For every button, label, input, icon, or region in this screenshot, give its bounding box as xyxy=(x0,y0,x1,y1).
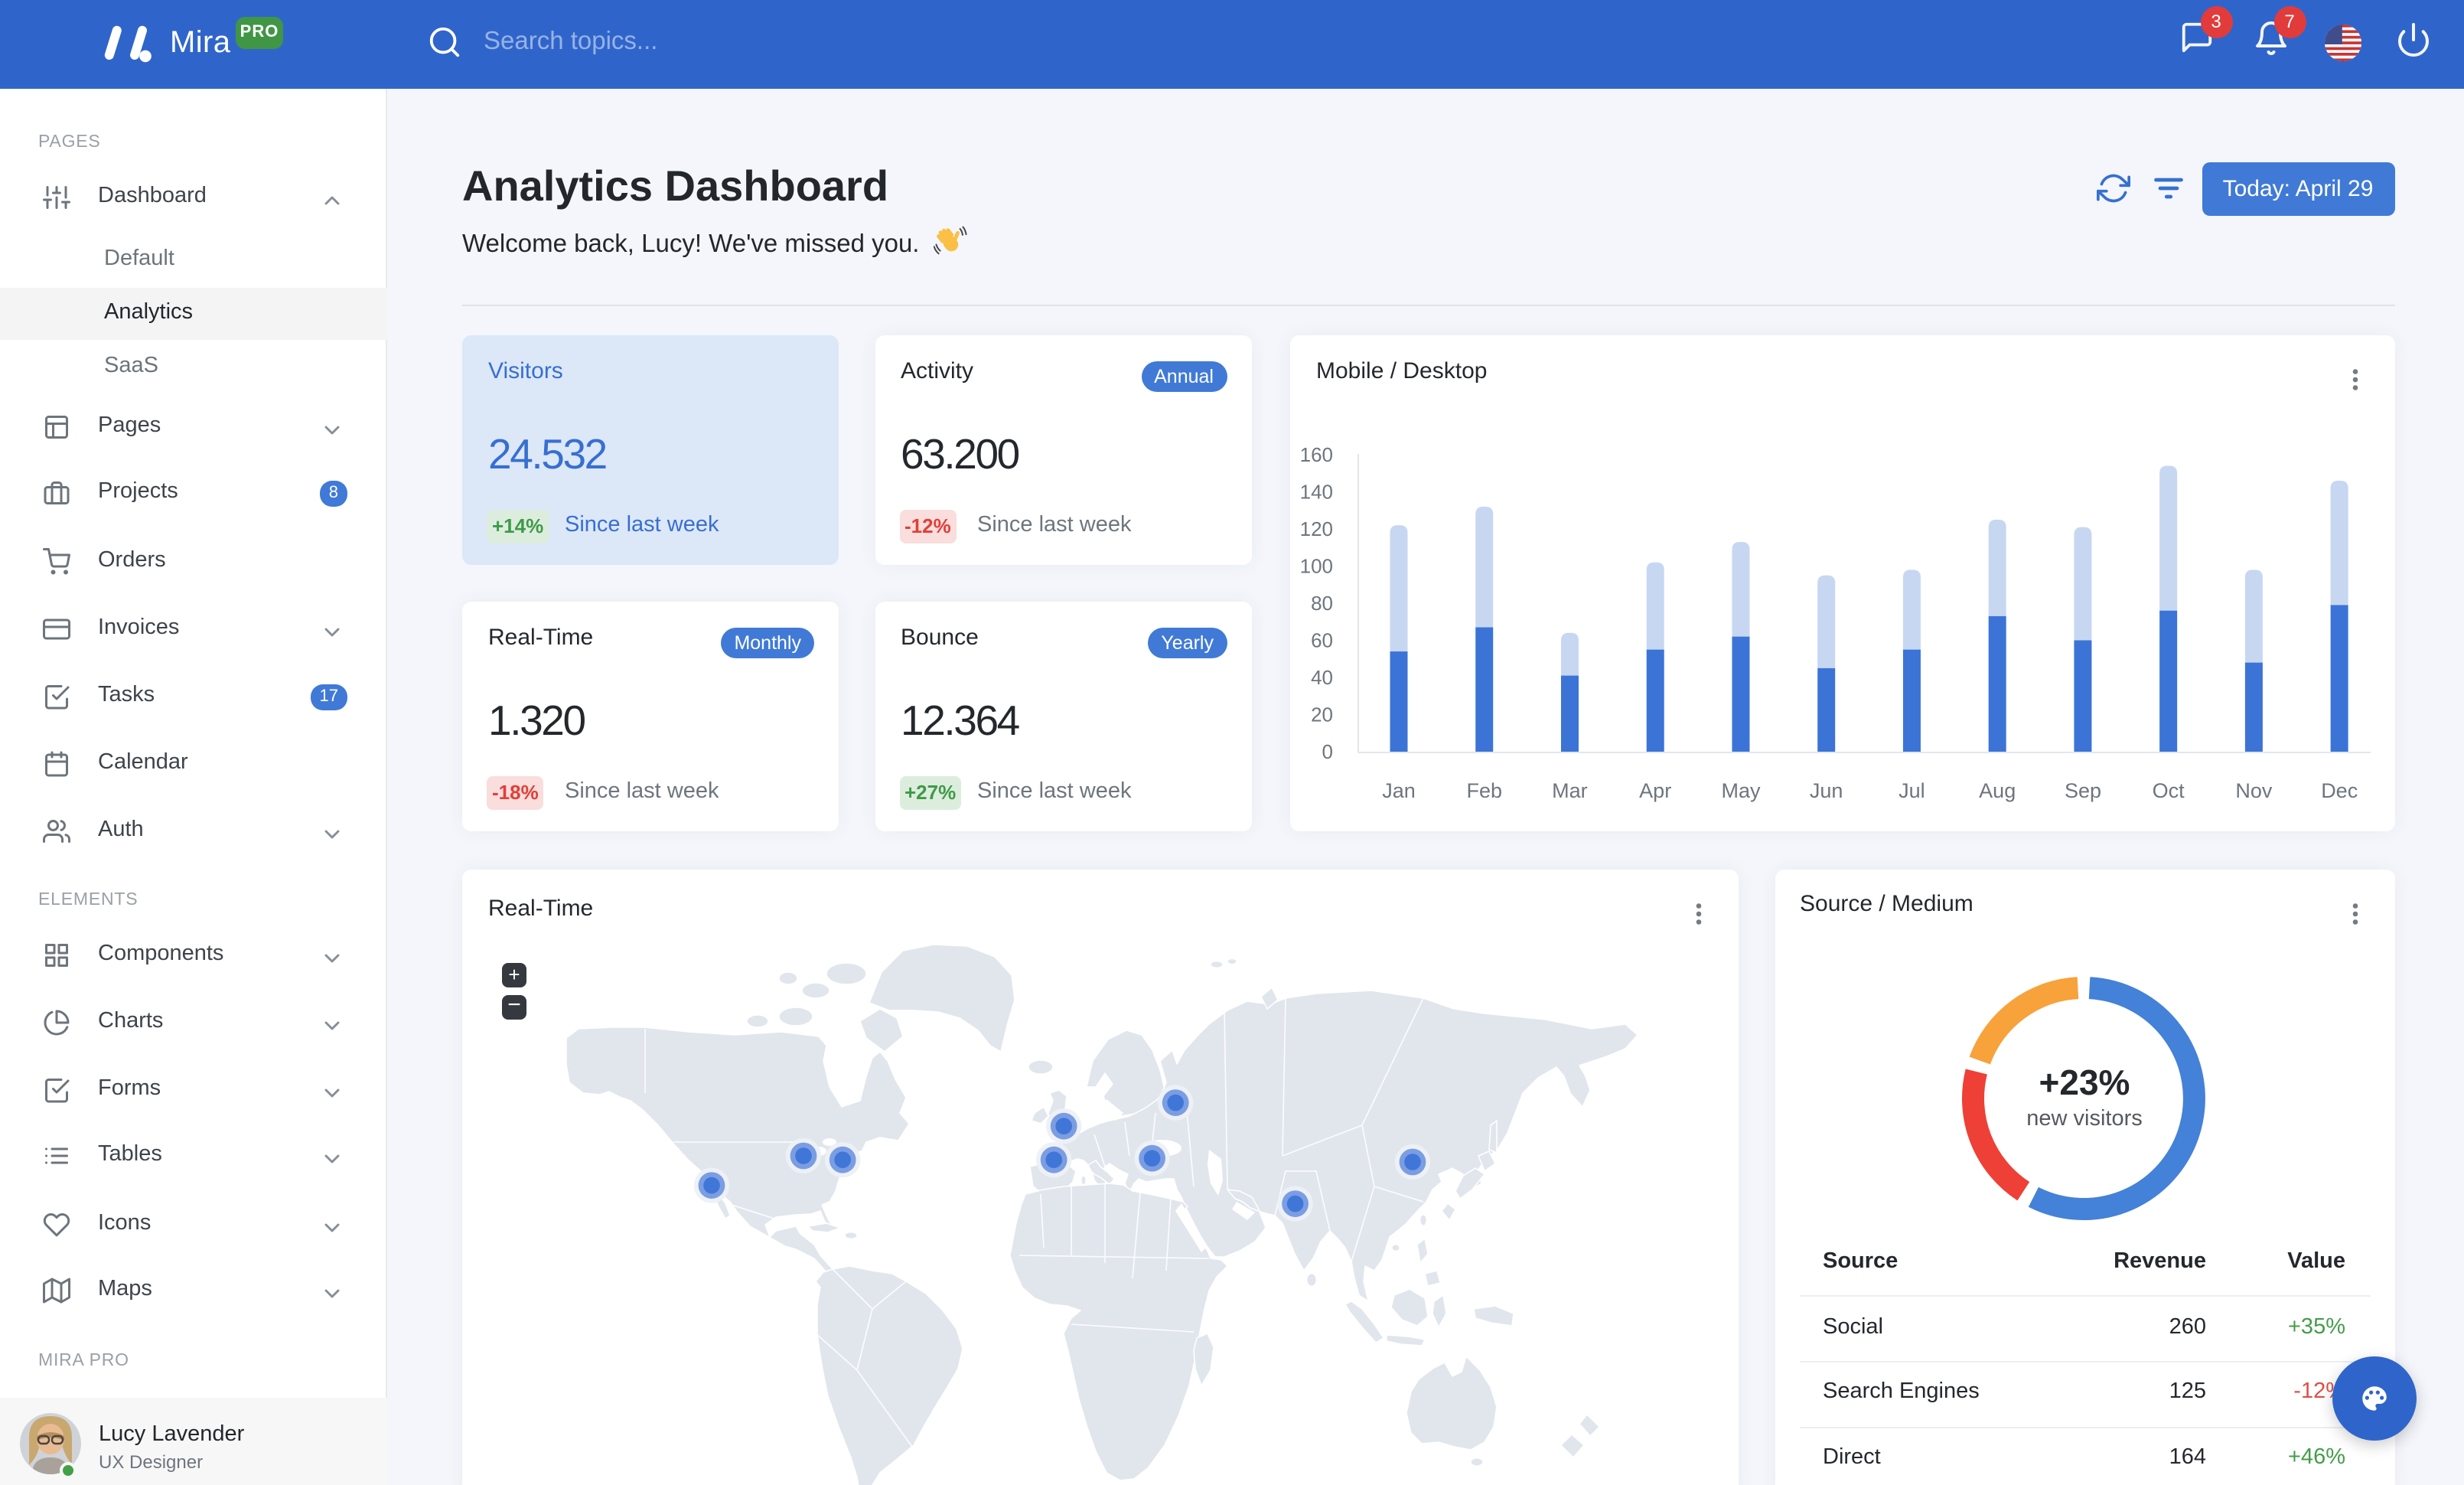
svg-text:80: 80 xyxy=(1311,592,1333,615)
svg-text:Dec: Dec xyxy=(2321,779,2358,802)
svg-text:40: 40 xyxy=(1311,666,1333,689)
svg-text:Apr: Apr xyxy=(1639,779,1671,802)
svg-text:140: 140 xyxy=(1300,481,1333,504)
svg-text:Sep: Sep xyxy=(2065,779,2101,802)
svg-text:May: May xyxy=(1721,779,1761,802)
svg-text:Oct: Oct xyxy=(2153,779,2185,802)
svg-text:20: 20 xyxy=(1311,703,1333,726)
svg-text:Jan: Jan xyxy=(1382,779,1416,802)
svg-text:0: 0 xyxy=(1322,740,1333,763)
svg-text:Mar: Mar xyxy=(1552,779,1588,802)
svg-text:60: 60 xyxy=(1311,629,1333,652)
svg-text:Jun: Jun xyxy=(1810,779,1843,802)
svg-text:Nov: Nov xyxy=(2235,779,2273,802)
svg-text:160: 160 xyxy=(1300,443,1333,466)
svg-text:Aug: Aug xyxy=(1979,779,2016,802)
svg-text:Feb: Feb xyxy=(1467,779,1503,802)
svg-text:Jul: Jul xyxy=(1899,779,1925,802)
svg-text:120: 120 xyxy=(1300,517,1333,540)
svg-text:100: 100 xyxy=(1300,554,1333,577)
